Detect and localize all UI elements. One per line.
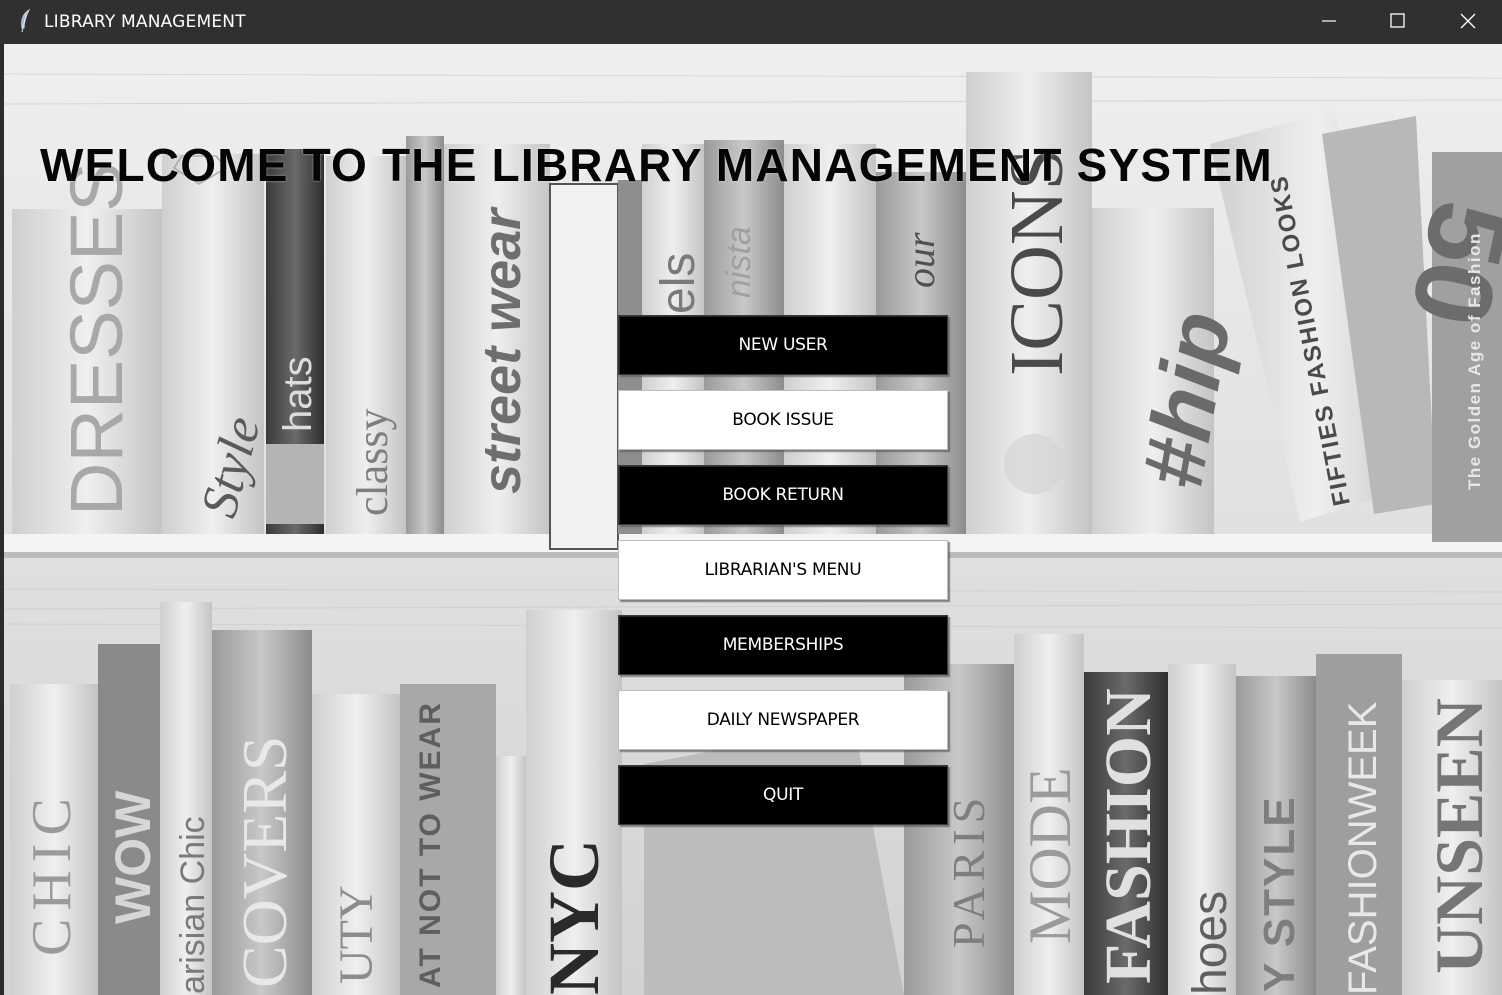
book-issue-button[interactable]: BOOK ISSUE xyxy=(618,390,948,450)
spine-nista: nista xyxy=(720,226,758,298)
spine-wow: WOW xyxy=(105,790,161,924)
spine-what-not-to-wear: AT NOT TO WEAR xyxy=(414,701,447,988)
memberships-button[interactable]: MEMBERSHIPS xyxy=(618,615,948,675)
spine-fashionweek: FASHIONWEEK xyxy=(1341,701,1385,995)
spine-chic: CHIC xyxy=(21,790,83,956)
spine-golden-age: The Golden Age of Fashion xyxy=(1465,232,1484,490)
close-button[interactable] xyxy=(1433,0,1502,44)
maximize-button[interactable] xyxy=(1363,0,1433,44)
spine-mode: MODE xyxy=(1017,767,1083,944)
spine-shoes: hoes xyxy=(1184,891,1237,995)
spine-uty: UTY xyxy=(330,885,383,984)
minimize-icon xyxy=(1322,20,1336,22)
spine-parisian-chic: arisian Chic xyxy=(174,816,212,994)
librarians-menu-button[interactable]: LIBRARIAN'S MENU xyxy=(618,540,948,600)
spine-els: els xyxy=(652,253,705,314)
spine-classy: classy xyxy=(348,408,397,516)
close-icon xyxy=(1460,13,1476,29)
spine-hats: hats xyxy=(276,356,320,432)
daily-newspaper-button[interactable]: DAILY NEWSPAPER xyxy=(618,690,948,750)
spine-covers: COVERS xyxy=(229,736,300,989)
new-user-button[interactable]: NEW USER xyxy=(618,315,948,375)
page-title: WELCOME TO THE LIBRARY MANAGEMENT SYSTEM xyxy=(40,139,1273,191)
spine-paris: PARIS xyxy=(943,792,994,948)
window-titlebar: LIBRARY MANAGEMENT xyxy=(0,0,1502,44)
spine-dresses: DRESSES xyxy=(55,162,138,516)
spine-fashion: FASHION xyxy=(1092,688,1165,984)
minimize-button[interactable] xyxy=(1294,0,1364,44)
spine-nyc: NYC xyxy=(534,839,614,995)
spine-our: our xyxy=(898,232,943,288)
maximize-icon xyxy=(1390,13,1405,28)
book-return-button[interactable]: BOOK RETURN xyxy=(618,465,948,525)
quit-button[interactable]: QUIT xyxy=(618,765,948,825)
feather-icon xyxy=(21,8,31,33)
spine-unseen: UNSEEN xyxy=(1421,698,1497,974)
spine-my-style: Y STYLE xyxy=(1255,795,1304,992)
spine-street-wear: street wear xyxy=(472,206,532,494)
main-window-canvas: DRESSES Style hats classy street wear el… xyxy=(4,44,1502,995)
window-title: LIBRARY MANAGEMENT xyxy=(44,12,246,32)
